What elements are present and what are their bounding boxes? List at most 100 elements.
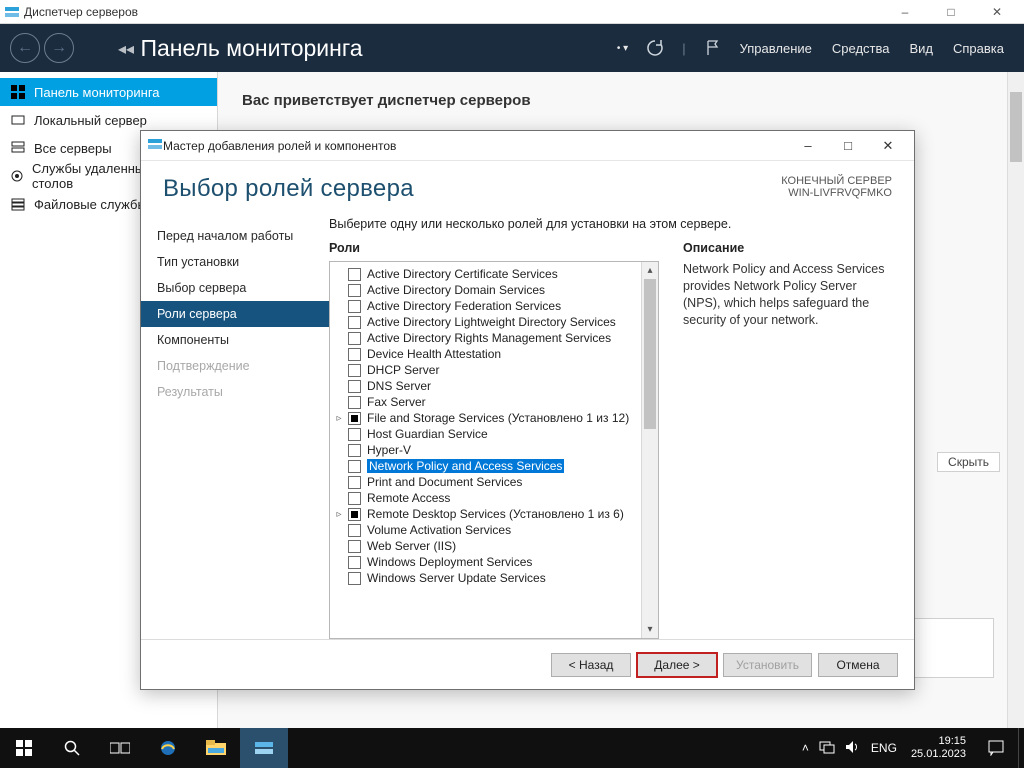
role-row[interactable]: Web Server (IIS) xyxy=(332,538,639,554)
wizard-title: Мастер добавления ролей и компонентов xyxy=(163,139,396,153)
tray-volume-icon[interactable] xyxy=(845,740,861,757)
role-row[interactable]: Print and Document Services xyxy=(332,474,639,490)
taskbar-explorer-icon[interactable] xyxy=(192,728,240,768)
action-center-icon[interactable] xyxy=(974,728,1018,768)
role-row[interactable]: ▹File and Storage Services (Установлено … xyxy=(332,410,639,426)
menu-view[interactable]: Вид xyxy=(909,41,933,56)
tray-chevron-up-icon[interactable]: ˄ xyxy=(802,741,809,755)
menu-manage[interactable]: Управление xyxy=(740,41,812,56)
wizard-footer: < Назад Далее > Установить Отмена xyxy=(141,639,914,689)
search-button[interactable] xyxy=(48,728,96,768)
role-row[interactable]: Active Directory Federation Services xyxy=(332,298,639,314)
roles-listbox[interactable]: Active Directory Certificate ServicesAct… xyxy=(329,261,659,639)
scroll-up-icon[interactable]: ▴ xyxy=(642,262,658,279)
role-checkbox[interactable] xyxy=(348,412,361,425)
tray-language[interactable]: ENG xyxy=(871,741,897,755)
wizard-step[interactable]: Тип установки xyxy=(141,249,329,275)
hide-button[interactable]: Скрыть xyxy=(937,452,1000,472)
sidebar-item-dashboard[interactable]: Панель мониторинга xyxy=(0,78,217,106)
menu-help[interactable]: Справка xyxy=(953,41,1004,56)
role-checkbox[interactable] xyxy=(348,428,361,441)
role-row[interactable]: Active Directory Domain Services xyxy=(332,282,639,298)
expander-icon[interactable]: ▹ xyxy=(334,413,344,424)
taskbar-server-manager-icon[interactable] xyxy=(240,728,288,768)
role-row[interactable]: ▹ Remote Desktop Services (Установлено 1 … xyxy=(332,506,639,522)
role-label: Active Directory Certificate Services xyxy=(367,267,558,281)
wizard-step[interactable]: Перед началом работы xyxy=(141,223,329,249)
next-button[interactable]: Далее > xyxy=(637,653,717,677)
role-checkbox[interactable] xyxy=(348,348,361,361)
sm-close-button[interactable]: ✕ xyxy=(974,0,1020,24)
role-row[interactable]: Windows Deployment Services xyxy=(332,554,639,570)
show-desktop-button[interactable] xyxy=(1018,728,1024,768)
role-checkbox[interactable] xyxy=(348,380,361,393)
role-checkbox[interactable] xyxy=(348,300,361,313)
tray-network-icon[interactable] xyxy=(819,740,835,757)
role-checkbox[interactable] xyxy=(348,524,361,537)
role-checkbox[interactable] xyxy=(348,460,361,473)
role-checkbox[interactable] xyxy=(348,396,361,409)
nav-back-button[interactable]: ← xyxy=(10,33,40,63)
role-row[interactable]: Active Directory Rights Management Servi… xyxy=(332,330,639,346)
refresh-icon[interactable] xyxy=(642,35,668,61)
role-checkbox[interactable] xyxy=(348,476,361,489)
taskbar-ie-icon[interactable] xyxy=(144,728,192,768)
role-row[interactable]: Fax Server xyxy=(332,394,639,410)
role-checkbox[interactable] xyxy=(348,492,361,505)
role-row[interactable]: DHCP Server xyxy=(332,362,639,378)
wizard-step[interactable]: Роли сервера xyxy=(141,301,329,327)
sm-minimize-button[interactable]: – xyxy=(882,0,928,24)
role-checkbox[interactable] xyxy=(348,540,361,553)
role-checkbox[interactable] xyxy=(348,508,361,521)
role-row[interactable]: Windows Server Update Services xyxy=(332,570,639,586)
role-row[interactable]: Network Policy and Access Services xyxy=(332,458,639,474)
role-label: Remote Desktop Services (Установлено 1 и… xyxy=(367,507,624,521)
role-checkbox[interactable] xyxy=(348,316,361,329)
rds-icon xyxy=(10,168,24,184)
role-checkbox[interactable] xyxy=(348,332,361,345)
role-checkbox[interactable] xyxy=(348,364,361,377)
role-checkbox[interactable] xyxy=(348,556,361,569)
role-row[interactable]: Active Directory Certificate Services xyxy=(332,266,639,282)
wizard-minimize-button[interactable]: – xyxy=(788,132,828,160)
role-label: Print and Document Services xyxy=(367,475,522,489)
role-row[interactable]: Host Guardian Service xyxy=(332,426,639,442)
role-label: Network Policy and Access Services xyxy=(367,459,564,473)
menu-tools[interactable]: Средства xyxy=(832,41,890,56)
notifications-flag-icon[interactable] xyxy=(700,35,726,61)
install-button[interactable]: Установить xyxy=(723,653,812,677)
role-checkbox[interactable] xyxy=(348,284,361,297)
role-row[interactable]: Active Directory Lightweight Directory S… xyxy=(332,314,639,330)
scroll-down-icon[interactable]: ▾ xyxy=(642,621,658,638)
wizard-maximize-button[interactable]: □ xyxy=(828,132,868,160)
role-row[interactable]: Device Health Attestation xyxy=(332,346,639,362)
role-row[interactable]: Hyper-V xyxy=(332,442,639,458)
expander-icon[interactable]: ▹ xyxy=(334,509,344,520)
role-checkbox[interactable] xyxy=(348,268,361,281)
task-view-button[interactable] xyxy=(96,728,144,768)
header-dropdown-icon[interactable]: • ▾ xyxy=(617,43,628,54)
nav-forward-button[interactable]: → xyxy=(44,33,74,63)
local-server-icon xyxy=(10,112,26,128)
sm-scrollbar[interactable] xyxy=(1007,72,1024,728)
role-label: Host Guardian Service xyxy=(367,427,488,441)
wizard-step[interactable]: Выбор сервера xyxy=(141,275,329,301)
role-label: Device Health Attestation xyxy=(367,347,501,361)
start-button[interactable] xyxy=(0,728,48,768)
wizard-icon xyxy=(147,136,163,155)
back-button[interactable]: < Назад xyxy=(551,653,631,677)
role-row[interactable]: DNS Server xyxy=(332,378,639,394)
role-row[interactable]: Volume Activation Services xyxy=(332,522,639,538)
roles-scrollbar[interactable]: ▴ ▾ xyxy=(641,262,658,638)
cancel-button[interactable]: Отмена xyxy=(818,653,898,677)
wizard-close-button[interactable]: ✕ xyxy=(868,132,908,160)
role-label: Windows Deployment Services xyxy=(367,555,532,569)
wizard-step[interactable]: Компоненты xyxy=(141,327,329,353)
sm-maximize-button[interactable]: □ xyxy=(928,0,974,24)
all-servers-icon xyxy=(10,140,26,156)
tray-clock[interactable]: 19:15 25.01.2023 xyxy=(903,735,974,760)
role-row[interactable]: Remote Access xyxy=(332,490,639,506)
sm-titlebar: Диспетчер серверов – □ ✕ xyxy=(0,0,1024,24)
role-checkbox[interactable] xyxy=(348,572,361,585)
role-checkbox[interactable] xyxy=(348,444,361,457)
